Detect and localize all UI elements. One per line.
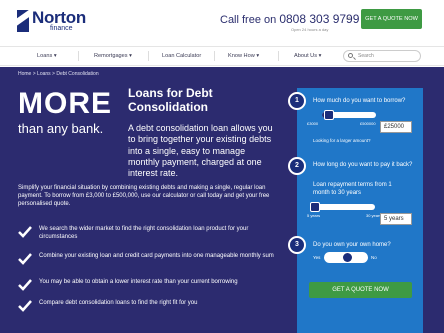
borrow-amount-field[interactable]: £25000: [380, 121, 412, 133]
or-text: or: [346, 16, 351, 22]
checkmark-icon: [18, 253, 32, 265]
breadcrumb[interactable]: Home > Loans > Debt Consolidation: [18, 71, 99, 77]
toggle-knob: [343, 253, 352, 262]
main-nav: Loans ▾ Remortgages ▾ Loan Calculator Kn…: [0, 46, 444, 66]
borrow-max: £500000: [360, 121, 376, 126]
larger-amount-link[interactable]: Looking for a larger amount?: [313, 138, 371, 143]
chevron-down-icon: ▾: [53, 53, 57, 59]
page-title: Loans for Debt Consolidation: [128, 86, 213, 114]
chevron-down-icon: ▾: [256, 53, 260, 59]
search-placeholder: Search: [358, 53, 374, 59]
checkmark-icon: [18, 279, 32, 291]
term-min: 5 years: [307, 213, 321, 218]
borrow-question: How much do you want to borrow?: [313, 98, 406, 104]
intro-paragraph: Simplify your financial situation by com…: [18, 185, 270, 208]
call-free-line: Call free on 0808 303 9799: [220, 12, 359, 26]
home-question: Do you own your own home?: [313, 242, 391, 248]
nav-item-know-how[interactable]: Know How ▾: [228, 47, 259, 65]
call-label: Call free on: [220, 14, 277, 26]
hero-big-text: MORE: [18, 87, 112, 120]
checkmark-icon: [18, 226, 32, 238]
opening-hours: Open 24 hours a day: [291, 27, 329, 32]
search-input[interactable]: Search: [343, 50, 421, 62]
borrow-amount-slider[interactable]: [322, 110, 376, 120]
search-icon: [348, 53, 353, 58]
slider-handle[interactable]: [310, 202, 320, 212]
site-header: Norton finance Call free on 0808 303 979…: [0, 0, 444, 44]
get-quote-button[interactable]: GET A QUOTE NOW: [309, 282, 412, 298]
slider-handle[interactable]: [324, 110, 335, 120]
get-quote-button-header[interactable]: GET A QUOTE NOW: [361, 9, 422, 29]
no-label: No: [371, 255, 377, 260]
hero-tagline: than any bank.: [18, 121, 104, 136]
nav-item-loans[interactable]: Loans ▾: [37, 47, 57, 65]
logo-mark-icon: [17, 9, 29, 32]
borrow-min: £3000: [307, 121, 319, 126]
step-number-3: 3: [288, 236, 306, 254]
homeowner-toggle[interactable]: [324, 252, 368, 263]
term-hint: Loan repayment terms from 1 month to 30 …: [313, 182, 392, 196]
term-question: How long do you want to pay it back?: [313, 162, 413, 168]
chevron-down-icon: ▾: [318, 53, 322, 59]
checkmark-icon: [18, 300, 32, 312]
nav-item-loan-calculator[interactable]: Loan Calculator: [162, 47, 201, 65]
term-slider[interactable]: [310, 202, 375, 212]
page: Norton finance Call free on 0808 303 979…: [0, 0, 444, 333]
step-number-2: 2: [288, 157, 306, 175]
chevron-down-icon: ▾: [129, 53, 132, 59]
nav-item-about-us[interactable]: About Us ▾: [294, 47, 321, 65]
term-field[interactable]: 5 years: [380, 213, 412, 225]
yes-label: Yes: [313, 255, 321, 260]
nav-divider: [78, 51, 79, 61]
page-intro: A debt consolidation loan allows you to …: [128, 123, 273, 178]
nav-item-remortgages[interactable]: Remortgages ▾: [94, 47, 132, 65]
nav-divider: [278, 51, 279, 61]
step-number-1: 1: [288, 92, 306, 110]
nav-divider: [148, 51, 149, 61]
logo-name: Norton: [32, 8, 86, 27]
norton-finance-logo[interactable]: Norton finance: [17, 9, 86, 32]
nav-divider: [214, 51, 215, 61]
